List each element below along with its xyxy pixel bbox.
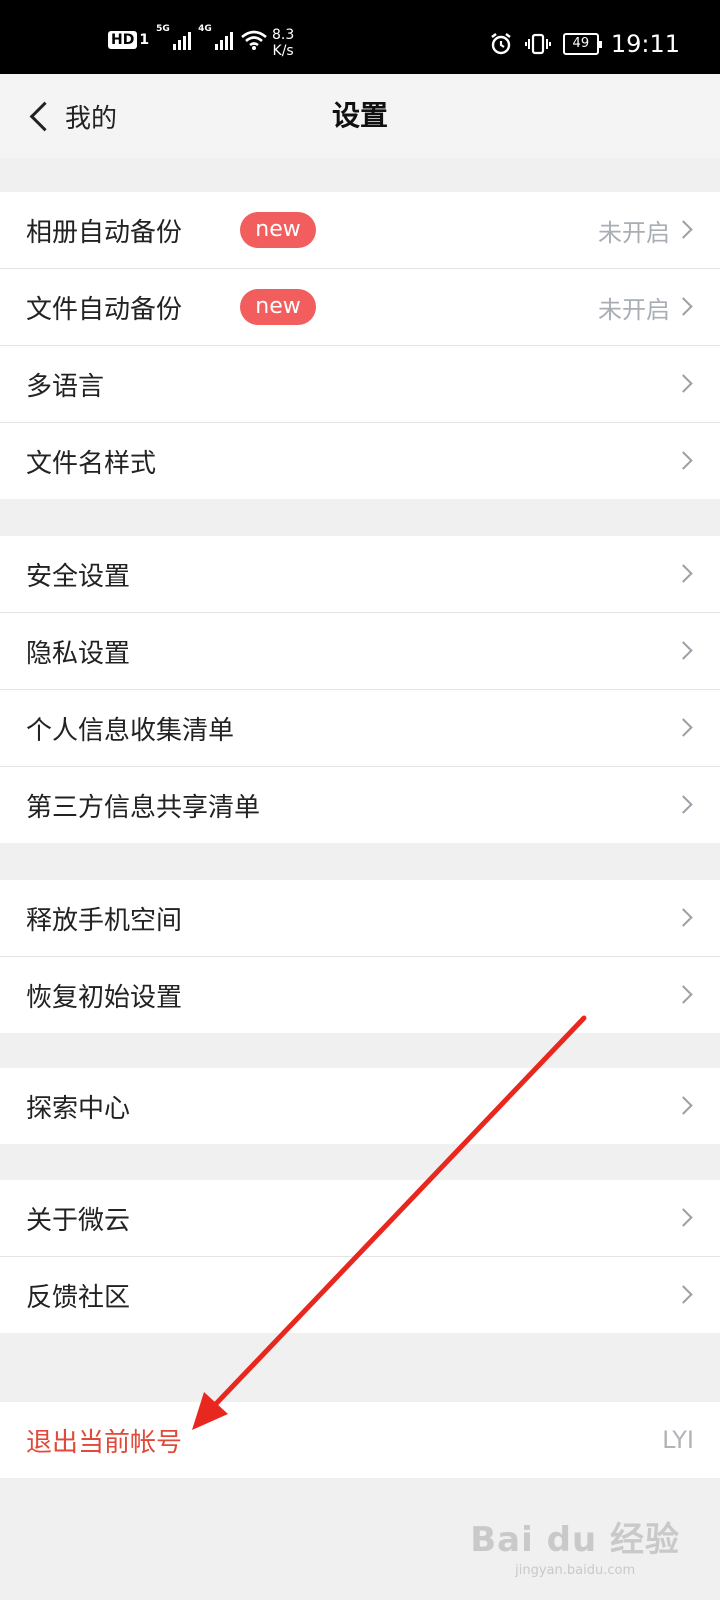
logout-group: 退出当前帐号 LYI bbox=[0, 1402, 720, 1478]
setting-label: 文件名样式 bbox=[26, 448, 157, 479]
new-badge: new bbox=[240, 212, 316, 248]
battery-icon: 49 bbox=[562, 33, 602, 55]
setting-label: 恢复初始设置 bbox=[26, 982, 183, 1013]
setting-label: 文件自动备份 bbox=[26, 294, 183, 325]
setting-row-feedback[interactable]: 反馈社区 bbox=[0, 1257, 720, 1333]
chevron-right-icon bbox=[674, 1285, 693, 1304]
signal-4g-icon: 4G bbox=[198, 24, 234, 50]
chevron-right-icon bbox=[674, 641, 693, 660]
vibrate-icon bbox=[524, 33, 551, 55]
wifi-icon bbox=[241, 30, 267, 50]
signal-5g-label: 5G bbox=[156, 24, 170, 34]
settings-group-privacy: 安全设置 隐私设置 个人信息收集清单 第三方信息共享清单 bbox=[0, 536, 720, 843]
setting-row-privacy[interactable]: 隐私设置 bbox=[0, 613, 720, 690]
nav-bar: 我的 设置 bbox=[0, 74, 720, 158]
setting-row-free-space[interactable]: 释放手机空间 bbox=[0, 880, 720, 957]
network-speed-value: 8.3 bbox=[272, 27, 295, 43]
setting-value: 未开启 bbox=[598, 295, 670, 324]
signal-4g-label: 4G bbox=[198, 24, 212, 34]
setting-label: 反馈社区 bbox=[26, 1282, 131, 1313]
new-badge: new bbox=[240, 289, 316, 325]
setting-row-language[interactable]: 多语言 bbox=[0, 346, 720, 423]
account-name: LYI bbox=[662, 1426, 694, 1454]
setting-label: 相册自动备份 bbox=[26, 217, 183, 248]
chevron-right-icon bbox=[674, 1208, 693, 1227]
chevron-right-icon bbox=[674, 564, 693, 583]
hd-icon: HD bbox=[108, 31, 138, 49]
chevron-right-icon bbox=[674, 451, 693, 470]
setting-value: 未开启 bbox=[598, 218, 670, 247]
chevron-right-icon bbox=[674, 795, 693, 814]
page-title: 设置 bbox=[331, 99, 388, 132]
chevron-right-icon bbox=[674, 220, 693, 239]
settings-group-explore: 探索中心 bbox=[0, 1068, 720, 1144]
setting-row-personal-info-list[interactable]: 个人信息收集清单 bbox=[0, 690, 720, 767]
setting-label: 个人信息收集清单 bbox=[26, 715, 235, 746]
setting-row-about[interactable]: 关于微云 bbox=[0, 1180, 720, 1257]
settings-group-storage: 释放手机空间 恢复初始设置 bbox=[0, 880, 720, 1033]
setting-row-security[interactable]: 安全设置 bbox=[0, 536, 720, 613]
chevron-right-icon bbox=[674, 908, 693, 927]
chevron-right-icon bbox=[674, 985, 693, 1004]
chevron-right-icon bbox=[674, 1096, 693, 1115]
alarm-icon bbox=[491, 33, 511, 55]
settings-group-backup: 相册自动备份 new 未开启 文件自动备份 new 未开启 多语言 文件名样式 bbox=[0, 192, 720, 499]
baidu-jingyan-watermark: Bai du 经验 jingyan.baidu.com bbox=[470, 1512, 680, 1578]
setting-label: 关于微云 bbox=[26, 1205, 131, 1236]
signal-5g-icon: 5G bbox=[156, 24, 192, 50]
chevron-right-icon bbox=[674, 297, 693, 316]
setting-row-album-backup[interactable]: 相册自动备份 new 未开启 bbox=[0, 192, 720, 269]
network-speed-unit: K/s bbox=[272, 43, 294, 59]
clock: 19:11 bbox=[610, 30, 680, 58]
chevron-right-icon bbox=[674, 718, 693, 737]
setting-row-reset[interactable]: 恢复初始设置 bbox=[0, 957, 720, 1033]
setting-label: 多语言 bbox=[26, 371, 105, 402]
watermark-url: jingyan.baidu.com bbox=[515, 1563, 636, 1578]
logout-label: 退出当前帐号 bbox=[26, 1427, 183, 1458]
watermark-logo: Bai du 经验 bbox=[470, 1520, 680, 1560]
battery-level: 49 bbox=[572, 36, 590, 51]
status-left: HD 1 5G 4G bbox=[108, 24, 267, 50]
setting-label: 安全设置 bbox=[26, 561, 131, 592]
network-speed: 8.3 K/s bbox=[272, 27, 294, 59]
status-bar: HD 1 5G 4G 8.3 K/s 49 19:11 bbox=[0, 0, 720, 74]
setting-label: 探索中心 bbox=[26, 1093, 131, 1124]
setting-row-file-backup[interactable]: 文件自动备份 new 未开启 bbox=[0, 269, 720, 346]
setting-label: 第三方信息共享清单 bbox=[26, 792, 261, 823]
hd-sim-label: 1 bbox=[139, 32, 150, 48]
setting-row-third-party-list[interactable]: 第三方信息共享清单 bbox=[0, 767, 720, 843]
setting-row-explore-center[interactable]: 探索中心 bbox=[0, 1068, 720, 1144]
setting-label: 释放手机空间 bbox=[26, 905, 183, 936]
setting-label: 隐私设置 bbox=[26, 638, 131, 669]
logout-button[interactable]: 退出当前帐号 LYI bbox=[0, 1402, 720, 1478]
setting-row-filename-style[interactable]: 文件名样式 bbox=[0, 423, 720, 499]
chevron-right-icon bbox=[674, 374, 693, 393]
settings-group-about: 关于微云 反馈社区 bbox=[0, 1180, 720, 1333]
status-right: 49 19:11 bbox=[489, 30, 680, 58]
